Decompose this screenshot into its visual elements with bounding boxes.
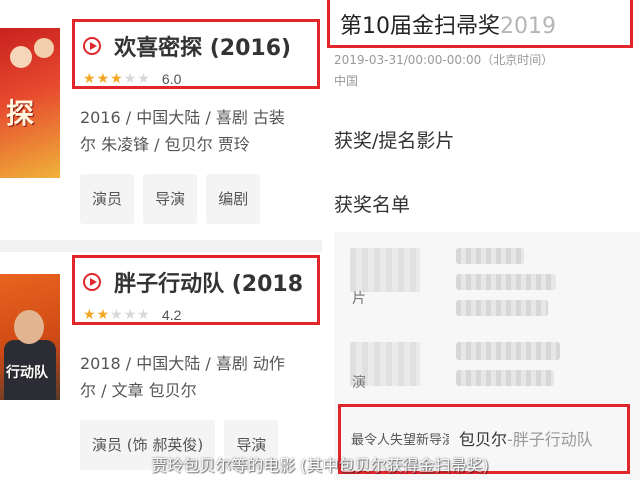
- movie-title-row[interactable]: 胖子行动队 (2018: [83, 266, 303, 298]
- award-year: 2019: [500, 14, 556, 39]
- movie-title-row[interactable]: 欢喜密探 (2016): [83, 30, 291, 62]
- role-chip-writer[interactable]: 编剧: [206, 174, 261, 224]
- star-empty-icon: ★: [123, 306, 138, 323]
- movie-title-highlight: 胖子行动队 (2018 ★★★★★ 4.2: [72, 255, 320, 325]
- movie-info-line: 尔 / 文章 包贝尔: [80, 381, 197, 400]
- list-item[interactable]: 演: [334, 332, 640, 402]
- winner-category: 最令人失望新导演: [351, 433, 449, 448]
- star-empty-icon: ★: [137, 70, 151, 87]
- section-nominated-films[interactable]: 获奖/提名影片: [334, 126, 454, 153]
- poster-figure: [10, 46, 32, 68]
- category-label-tail: 演: [352, 375, 366, 391]
- star-filled-icon: ★: [96, 70, 111, 87]
- winner-name[interactable]: 包贝尔: [459, 430, 507, 449]
- movie-card[interactable]: 探 欢喜密探 (2016) ★★★★★ 6.0 2016 / 中国大陆 / 喜剧…: [0, 0, 322, 240]
- rating-row: ★★★★★ 6.0: [83, 68, 181, 87]
- movie-title-highlight: 欢喜密探 (2016) ★★★★★ 6.0: [72, 19, 320, 89]
- poster-figure: [34, 38, 54, 58]
- movie-info-line: 尔 朱凌锋 / 包贝尔 贾玲: [80, 135, 250, 154]
- poster-title-text: 行动队: [6, 365, 48, 381]
- blurred-category: [350, 248, 420, 292]
- movie-info-line: 2018 / 中国大陆 / 喜剧 动作: [80, 354, 285, 373]
- award-location: 中国: [334, 74, 359, 88]
- blurred-film: [456, 300, 548, 316]
- blurred-film: [456, 370, 554, 386]
- poster-figure: [14, 310, 44, 344]
- movie-list-panel: 探 欢喜密探 (2016) ★★★★★ 6.0 2016 / 中国大陆 / 喜剧…: [0, 0, 322, 480]
- movie-poster[interactable]: 探: [0, 28, 60, 178]
- star-rating: ★★★★★: [83, 71, 151, 87]
- award-title-highlight: 第10届金扫帚奖2019: [327, 0, 633, 48]
- award-title: 第10届金扫帚奖2019: [340, 8, 556, 40]
- blurred-name: [456, 274, 556, 290]
- blurred-name: [456, 248, 524, 264]
- poster-title-text: 探: [6, 97, 35, 130]
- star-empty-icon: ★: [137, 306, 151, 323]
- role-chips: 演员 导演 编剧: [80, 174, 264, 224]
- list-item[interactable]: 片: [334, 244, 640, 324]
- movie-card[interactable]: 行动队 胖子行动队 (2018 ★★★★★ 4.2 2018 / 中国大陆 / …: [0, 252, 322, 480]
- movie-title[interactable]: 欢喜密探 (2016): [114, 36, 291, 61]
- star-filled-icon: ★: [83, 306, 97, 323]
- star-filled-icon: ★: [83, 70, 97, 87]
- role-chip-actor[interactable]: 演员: [80, 174, 135, 224]
- movie-info: 2018 / 中国大陆 / 喜剧 动作 尔 / 文章 包贝尔: [80, 350, 322, 404]
- section-winner-list[interactable]: 获奖名单: [334, 190, 410, 217]
- caption-text: 贾玲包贝尔等的电影 (其中包贝尔获得金扫帚奖): [151, 456, 489, 475]
- image-caption: 贾玲包贝尔等的电影 (其中包贝尔获得金扫帚奖): [0, 452, 640, 476]
- role-chip-director[interactable]: 导演: [143, 174, 198, 224]
- star-rating: ★★★★★: [83, 307, 151, 323]
- rating-score: 4.2: [161, 306, 182, 323]
- movie-poster[interactable]: 行动队: [0, 274, 60, 400]
- star-empty-icon: ★: [110, 306, 124, 323]
- movie-title[interactable]: 胖子行动队 (2018: [114, 272, 303, 297]
- movie-info: 2016 / 中国大陆 / 喜剧 古装 尔 朱凌锋 / 包贝尔 贾玲: [80, 104, 322, 158]
- play-icon[interactable]: [83, 37, 101, 55]
- category-label-tail: 片: [352, 291, 366, 307]
- winner-film[interactable]: -胖子行动队: [507, 430, 593, 449]
- star-filled-icon: ★: [96, 306, 111, 323]
- award-panel: 第10届金扫帚奖2019 2019-03-31/00:00-00:00（北京时间…: [322, 0, 640, 480]
- rating-score: 6.0: [161, 70, 182, 87]
- winner-entry: 包贝尔-胖子行动队: [459, 426, 593, 450]
- movie-info-line: 2016 / 中国大陆 / 喜剧 古装: [80, 108, 285, 127]
- award-date: 2019-03-31/00:00-00:00（北京时间）: [334, 53, 554, 67]
- play-icon[interactable]: [83, 273, 101, 291]
- star-empty-icon: ★: [123, 70, 138, 87]
- card-divider: [0, 240, 322, 252]
- award-name: 第10届金扫帚奖: [340, 14, 500, 39]
- rating-row: ★★★★★ 4.2: [83, 304, 181, 323]
- star-filled-icon: ★: [110, 70, 124, 87]
- blurred-name: [456, 342, 560, 360]
